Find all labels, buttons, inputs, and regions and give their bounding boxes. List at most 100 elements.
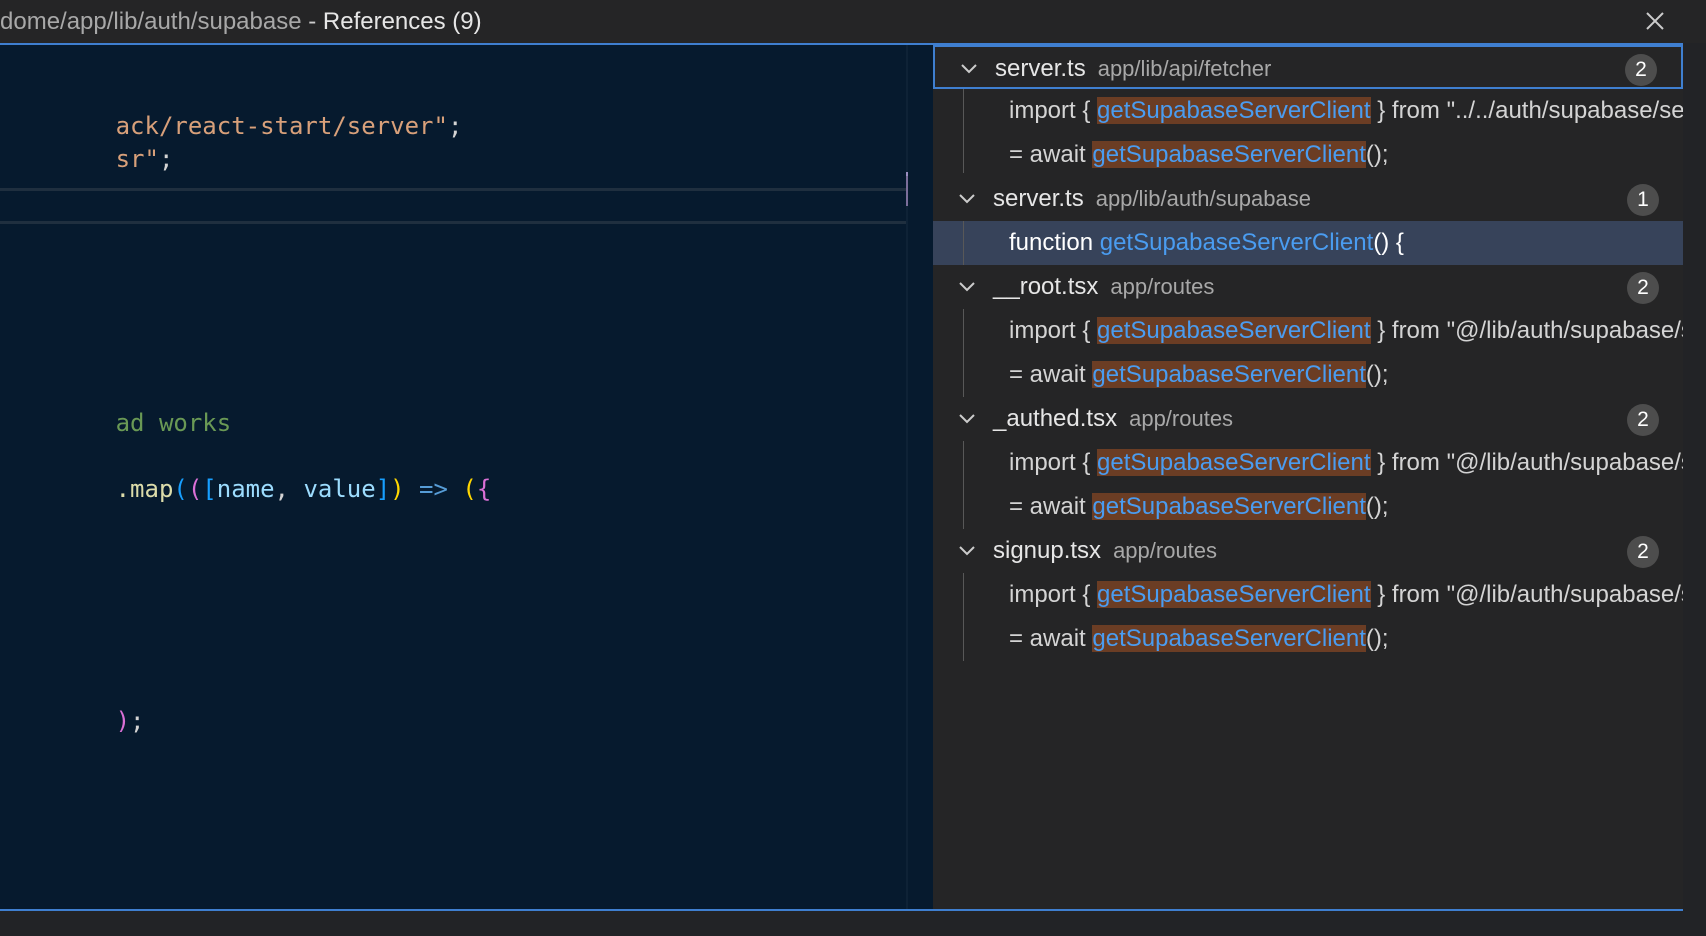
reference-count-badge: 1	[1627, 184, 1659, 216]
reference-match-text: import { getSupabaseServerClient } from …	[1009, 97, 1683, 125]
references-tree[interactable]: server.ts app/lib/api/fetcher 2 import {…	[933, 45, 1683, 909]
code-token: ;	[447, 112, 463, 140]
match-suffix: } from "@/lib/auth/supabase/server";	[1377, 317, 1683, 344]
peek-title-separator: -	[301, 7, 323, 35]
match-symbol: getSupabaseServerClient	[1092, 361, 1366, 388]
match-prefix: import {	[1009, 449, 1098, 476]
reference-match-text: import { getSupabaseServerClient } from …	[1009, 317, 1683, 345]
chevron-down-icon[interactable]	[957, 57, 981, 81]
reference-match-row[interactable]: import { getSupabaseServerClient } from …	[933, 89, 1683, 133]
match-symbol: getSupabaseServerClient	[1097, 317, 1371, 344]
match-symbol: getSupabaseServerClient	[1099, 229, 1374, 256]
reference-match-row[interactable]: = await getSupabaseServerClient();	[933, 617, 1683, 661]
reference-file-row[interactable]: server.ts app/lib/auth/supabase 1	[933, 177, 1683, 221]
close-icon	[1646, 12, 1664, 30]
code-token: {	[476, 475, 492, 503]
reference-count-badge: 2	[1625, 54, 1657, 86]
reference-file-row[interactable]: _authed.tsx app/routes 2	[933, 397, 1683, 441]
reference-file-path: app/routes	[1113, 538, 1218, 563]
peek-frame: ack/react-start/server"; sr"; ad works .…	[0, 43, 1683, 911]
reference-match-text: function getSupabaseServerClient() {	[1009, 229, 1404, 257]
reference-match-row[interactable]: import { getSupabaseServerClient } from …	[933, 573, 1683, 617]
match-prefix: = await	[1009, 493, 1093, 520]
code-token: ;	[130, 707, 145, 735]
match-prefix: function	[1009, 229, 1100, 256]
match-prefix: import {	[1009, 581, 1098, 608]
code-token: (	[187, 475, 203, 503]
code-token: ,	[274, 475, 304, 503]
reference-file-row[interactable]: server.ts app/lib/api/fetcher 2	[933, 45, 1683, 89]
match-suffix: ();	[1365, 141, 1389, 168]
reference-file-path: app/routes	[1110, 274, 1215, 299]
match-suffix: } from "../../auth/supabase/server";	[1377, 97, 1683, 124]
code-token: name	[216, 475, 275, 503]
code-token: sr"	[115, 145, 159, 173]
code-line-map: .map(([name, value]) => ({	[0, 438, 492, 503]
reference-match-row[interactable]: import { getSupabaseServerClient } from …	[933, 309, 1683, 353]
code-token: .map	[115, 475, 174, 503]
code-token: (	[462, 475, 477, 503]
code-token: =>	[404, 475, 463, 503]
match-suffix: } from "@/lib/auth/supabase/server";	[1377, 581, 1683, 608]
peek-title-bar: dome/app/lib/auth/supabase - References …	[0, 0, 1706, 43]
match-symbol: getSupabaseServerClient	[1092, 625, 1366, 652]
code-editor[interactable]: ack/react-start/server"; sr"; ad works .…	[0, 45, 908, 909]
reference-file-path: app/lib/auth/supabase	[1095, 186, 1311, 211]
match-prefix: = await	[1009, 625, 1093, 652]
reference-match-text: import { getSupabaseServerClient } from …	[1009, 449, 1683, 477]
reference-match-text: = await getSupabaseServerClient();	[1009, 625, 1389, 653]
reference-match-text: = await getSupabaseServerClient();	[1009, 493, 1389, 521]
code-token: )	[115, 707, 131, 735]
reference-file-path: app/lib/api/fetcher	[1097, 56, 1272, 81]
code-token: (	[173, 475, 188, 503]
code-line-2: sr";	[0, 108, 174, 173]
code-line-1: ack/react-start/server";	[0, 75, 463, 140]
match-prefix: = await	[1009, 141, 1093, 168]
reference-match-text: = await getSupabaseServerClient();	[1009, 361, 1389, 389]
match-symbol: getSupabaseServerClient	[1092, 493, 1366, 520]
editor-scrollbar-marker[interactable]	[906, 172, 908, 206]
code-token: [	[202, 475, 217, 503]
reference-file-name: __root.tsx	[993, 273, 1099, 300]
reference-count-badge: 2	[1627, 404, 1659, 436]
match-prefix: import {	[1009, 317, 1098, 344]
peek-title: References (9)	[322, 7, 482, 35]
reference-file-label: _authed.tsx app/routes	[993, 405, 1233, 433]
code-token: ad works	[115, 409, 232, 437]
reference-file-label: server.ts app/lib/auth/supabase	[993, 185, 1311, 213]
reference-file-path: app/routes	[1129, 406, 1234, 431]
match-symbol: getSupabaseServerClient	[1097, 97, 1371, 124]
code-token: value	[303, 475, 376, 503]
reference-file-label: server.ts app/lib/api/fetcher	[995, 55, 1271, 83]
reference-file-name: server.ts	[995, 55, 1086, 82]
match-prefix: import {	[1009, 97, 1098, 124]
match-suffix: () {	[1373, 229, 1404, 256]
chevron-down-icon[interactable]	[955, 275, 979, 299]
match-suffix: } from "@/lib/auth/supabase/server";	[1377, 449, 1683, 476]
bottom-strip	[0, 911, 1706, 936]
reference-count-badge: 2	[1627, 272, 1659, 304]
reference-match-row[interactable]: = await getSupabaseServerClient();	[933, 133, 1683, 177]
reference-file-label: signup.tsx app/routes	[993, 537, 1217, 565]
reference-match-row[interactable]: = await getSupabaseServerClient();	[933, 485, 1683, 529]
current-line-highlight	[0, 188, 908, 224]
code-token: ;	[158, 145, 174, 173]
reference-file-name: signup.tsx	[993, 537, 1102, 564]
code-token: ]	[375, 475, 391, 503]
chevron-down-icon[interactable]	[955, 539, 979, 563]
match-symbol: getSupabaseServerClient	[1092, 141, 1366, 168]
match-suffix: ();	[1365, 625, 1389, 652]
match-suffix: ();	[1365, 493, 1389, 520]
references-peek-window: dome/app/lib/auth/supabase - References …	[0, 0, 1706, 936]
close-button[interactable]	[1640, 6, 1670, 36]
reference-match-row-selected[interactable]: function getSupabaseServerClient() {	[933, 221, 1683, 265]
reference-file-row[interactable]: signup.tsx app/routes 2	[933, 529, 1683, 573]
reference-file-row[interactable]: __root.tsx app/routes 2	[933, 265, 1683, 309]
chevron-down-icon[interactable]	[955, 407, 979, 431]
reference-match-row[interactable]: import { getSupabaseServerClient } from …	[933, 441, 1683, 485]
match-suffix: ();	[1365, 361, 1389, 388]
chevron-down-icon[interactable]	[955, 187, 979, 211]
reference-match-row[interactable]: = await getSupabaseServerClient();	[933, 353, 1683, 397]
match-symbol: getSupabaseServerClient	[1097, 581, 1371, 608]
reference-file-name: _authed.tsx	[993, 405, 1118, 432]
